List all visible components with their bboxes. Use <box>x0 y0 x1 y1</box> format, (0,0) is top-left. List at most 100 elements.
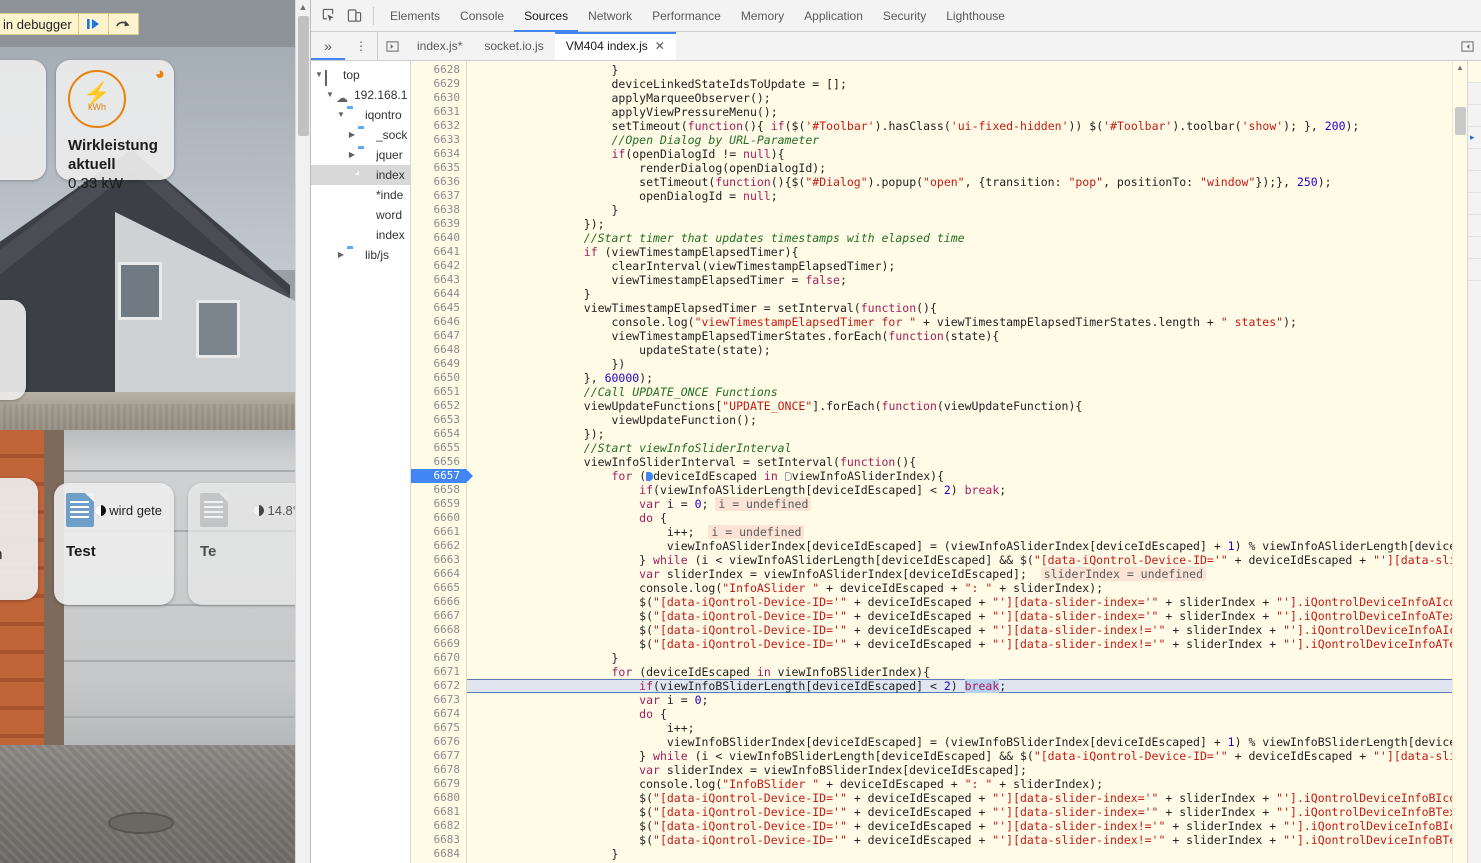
line-number-6635[interactable]: 6635 <box>411 161 466 175</box>
code-line-6658[interactable]: if(viewInfoASliderLength[deviceIdEscaped… <box>467 483 1452 497</box>
panel-tab-memory[interactable]: Memory <box>731 0 794 32</box>
code-line-6633[interactable]: //Open Dialog by URL-Parameter <box>467 133 1452 147</box>
line-number-6630[interactable]: 6630 <box>411 91 466 105</box>
device-card-wirkleistung[interactable]: ◕ ⚡ kWh Wirkleistung aktuell 0.33 kW <box>56 60 174 192</box>
code-line-6664[interactable]: var sliderIndex = viewInfoASliderIndex[d… <box>467 567 1452 581</box>
panel-tab-console[interactable]: Console <box>450 0 514 32</box>
line-number-6675[interactable]: 6675 <box>411 721 466 735</box>
code-line-6629[interactable]: deviceLinkedStateIdsToUpdate = []; <box>467 77 1452 91</box>
line-number-6639[interactable]: 6639 <box>411 217 466 231</box>
code-line-6638[interactable]: } <box>467 203 1452 217</box>
code-line-6654[interactable]: }); <box>467 427 1452 441</box>
code-line-6660[interactable]: do { <box>467 511 1452 525</box>
line-number-6670[interactable]: 6670 <box>411 651 466 665</box>
line-number-6649[interactable]: 6649 <box>411 357 466 371</box>
chevron-right-icon[interactable]: ▶ <box>346 145 358 165</box>
scroll-up-arrow-icon[interactable]: ▲ <box>1453 61 1467 75</box>
line-number-6628[interactable]: 6628 <box>411 63 466 77</box>
line-number-6638[interactable]: 6638 <box>411 203 466 217</box>
code-line-6650[interactable]: }, 60000); <box>467 371 1452 385</box>
line-number-6650[interactable]: 6650 <box>411 371 466 385</box>
scroll-up-arrow-icon[interactable]: ▲ <box>296 0 310 14</box>
debugger-section-breakpoints[interactable] <box>1468 105 1481 127</box>
code-line-6653[interactable]: viewUpdateFunction(); <box>467 413 1452 427</box>
more-tabs-button[interactable]: » <box>311 32 345 60</box>
line-number-6679[interactable]: 6679 <box>411 777 466 791</box>
tree-item-192-168-1[interactable]: ▼ ☁ 192.168.1 <box>311 85 410 105</box>
device-card-test[interactable]: wird gete Test <box>54 483 174 605</box>
page-scrollbar-thumb[interactable] <box>298 16 309 136</box>
chevron-down-icon[interactable]: ▼ <box>313 65 325 85</box>
code-content[interactable]: } deviceLinkedStateIdsToUpdate = []; app… <box>467 61 1452 863</box>
code-line-6676[interactable]: viewInfoBSliderIndex[deviceIdEscaped] = … <box>467 735 1452 749</box>
debugger-section-dom[interactable] <box>1468 193 1481 215</box>
line-number-6684[interactable]: 6684 <box>411 847 466 861</box>
file-tab-socket-io-js[interactable]: socket.io.js <box>473 32 554 60</box>
line-number-6651[interactable]: 6651 <box>411 385 466 399</box>
line-number-6669[interactable]: 6669 <box>411 637 466 651</box>
file-tab-vm404-index-js[interactable]: VM404 index.js ✕ <box>554 32 676 60</box>
line-number-6656[interactable]: 6656 <box>411 455 466 469</box>
file-tab-index-js-[interactable]: index.js* <box>406 32 473 60</box>
line-number-6660[interactable]: 6660 <box>411 511 466 525</box>
editor-scrollbar-thumb[interactable] <box>1455 107 1466 135</box>
code-line-6644[interactable]: } <box>467 287 1452 301</box>
code-line-6677[interactable]: } while (i < viewInfoBSliderLength[devic… <box>467 749 1452 763</box>
code-line-6682[interactable]: $("[data-iQontrol-Device-ID='" + deviceI… <box>467 819 1452 833</box>
panel-tab-application[interactable]: Application <box>794 0 873 32</box>
code-line-6649[interactable]: }) <box>467 357 1452 371</box>
debugger-section-watch[interactable] <box>1468 83 1481 105</box>
debugger-section-event[interactable] <box>1468 237 1481 259</box>
line-number-6663[interactable]: 6663 <box>411 553 466 567</box>
line-number-6640[interactable]: 6640 <box>411 231 466 245</box>
code-line-6678[interactable]: var sliderIndex = viewInfoBSliderIndex[d… <box>467 763 1452 777</box>
line-number-6634[interactable]: 6634 <box>411 147 466 161</box>
code-line-6663[interactable]: } while (i < viewInfoASliderLength[devic… <box>467 553 1452 567</box>
line-number-6676[interactable]: 6676 <box>411 735 466 749</box>
code-line-6661[interactable]: i++; i = undefined <box>467 525 1452 539</box>
line-number-6657[interactable]: 6657 <box>411 469 473 483</box>
chevron-right-icon[interactable]: ▶ <box>335 245 347 265</box>
code-line-6674[interactable]: do { <box>467 707 1452 721</box>
line-number-6661[interactable]: 6661 <box>411 525 466 539</box>
debugger-section-callstack[interactable]: ▸ <box>1468 127 1481 149</box>
code-line-6662[interactable]: viewInfoASliderIndex[deviceIdEscaped] = … <box>467 539 1452 553</box>
code-line-6635[interactable]: renderDialog(openDialogId); <box>467 161 1452 175</box>
chevron-down-icon[interactable]: ▼ <box>324 85 336 105</box>
line-number-6672[interactable]: 6672 <box>411 679 466 693</box>
panel-tab-performance[interactable]: Performance <box>642 0 731 32</box>
line-number-6667[interactable]: 6667 <box>411 609 466 623</box>
debugger-section-paused[interactable] <box>1468 61 1481 83</box>
line-number-6666[interactable]: 6666 <box>411 595 466 609</box>
line-number-6636[interactable]: 6636 <box>411 175 466 189</box>
code-line-6637[interactable]: openDialogId = null; <box>467 189 1452 203</box>
device-card[interactable]: sen <box>0 300 26 400</box>
line-number-6652[interactable]: 6652 <box>411 399 466 413</box>
code-line-6672[interactable]: if(viewInfoBSliderLength[deviceIdEscaped… <box>467 679 1452 693</box>
close-tab-icon[interactable]: ✕ <box>655 39 665 53</box>
code-line-6683[interactable]: $("[data-iQontrol-Device-ID='" + deviceI… <box>467 833 1452 847</box>
code-line-6668[interactable]: $("[data-iQontrol-Device-ID='" + deviceI… <box>467 623 1452 637</box>
line-number-6633[interactable]: 6633 <box>411 133 466 147</box>
code-line-6655[interactable]: //Start viewInfoSliderInterval <box>467 441 1452 455</box>
code-line-6665[interactable]: console.log("InfoASlider " + deviceIdEsc… <box>467 581 1452 595</box>
panel-tab-sources[interactable]: Sources <box>514 0 578 32</box>
code-line-6652[interactable]: viewUpdateFunctions["UPDATE_ONCE"].forEa… <box>467 399 1452 413</box>
line-number-6681[interactable]: 6681 <box>411 805 466 819</box>
tree-item-index[interactable]: index <box>311 225 410 245</box>
code-line-6656[interactable]: viewInfoSliderInterval = setInterval(fun… <box>467 455 1452 469</box>
device-toolbar-icon[interactable] <box>341 3 367 29</box>
line-number-gutter[interactable]: 6628 6629 6630 6631 6632 6633 6634 6635 6636 6637… <box>411 61 473 863</box>
page-scrollbar[interactable]: ▲ <box>295 0 310 863</box>
code-line-6659[interactable]: var i = 0; i = undefined <box>467 497 1452 511</box>
editor-scrollbar[interactable]: ▲ <box>1452 61 1467 863</box>
device-card-te[interactable]: 14.8° Te <box>188 483 310 605</box>
tree-item--sock[interactable]: ▶ _sock <box>311 125 410 145</box>
chevron-down-icon[interactable]: ▼ <box>335 105 347 125</box>
inspect-element-icon[interactable] <box>315 3 341 29</box>
panel-tab-elements[interactable]: Elements <box>380 0 450 32</box>
code-line-6631[interactable]: applyViewPressureMenu(); <box>467 105 1452 119</box>
line-number-6664[interactable]: 6664 <box>411 567 466 581</box>
code-line-6643[interactable]: viewTimestampElapsedTimer = false; <box>467 273 1452 287</box>
code-line-6645[interactable]: viewTimestampElapsedTimer = setInterval(… <box>467 301 1452 315</box>
